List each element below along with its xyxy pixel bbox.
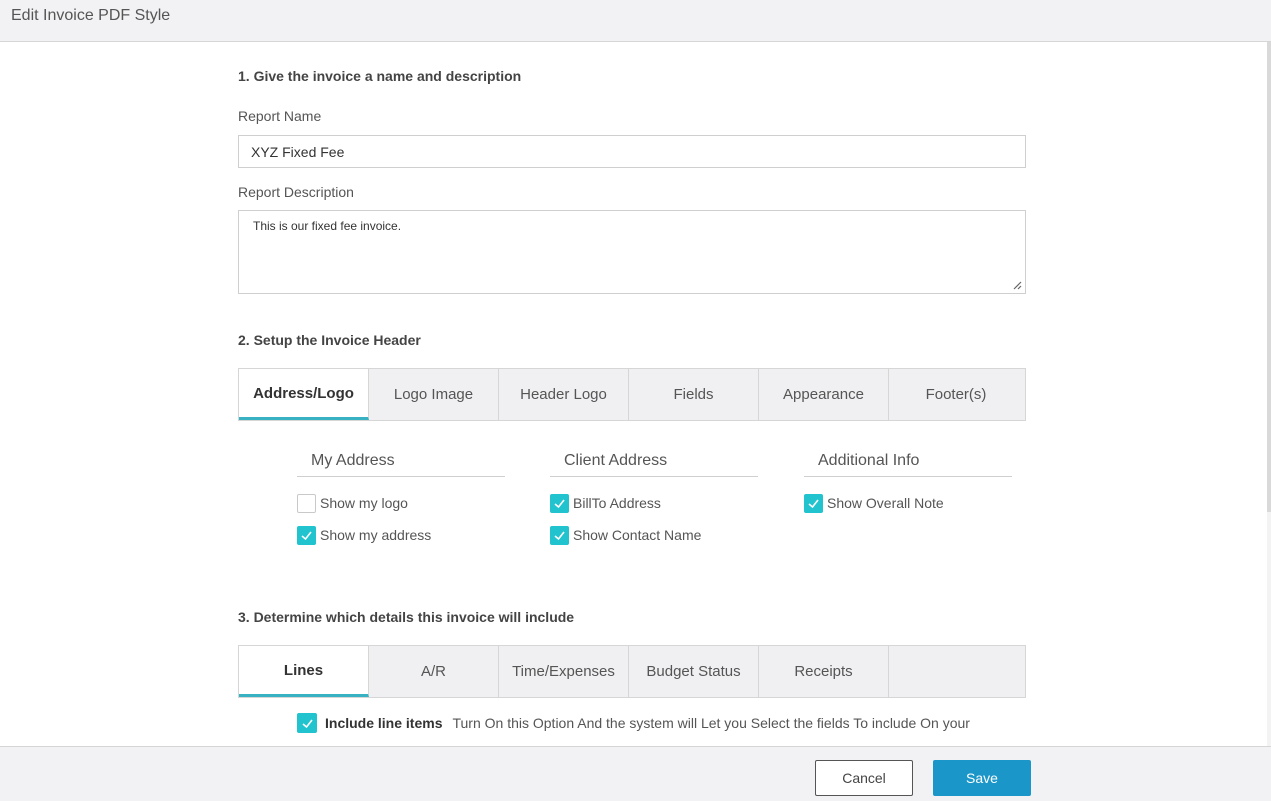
billto-address-checkbox[interactable] [550, 493, 569, 513]
details-tabs: Lines A/R Time/Expenses Budget Status Re… [238, 645, 1026, 698]
report-name-input[interactable] [238, 135, 1026, 168]
tab-ar[interactable]: A/R [369, 646, 499, 697]
cancel-button[interactable]: Cancel [815, 760, 913, 796]
tab-appearance[interactable]: Appearance [759, 369, 889, 420]
additional-info-heading: Additional Info [804, 450, 1012, 477]
section-2-title: 2. Setup the Invoice Header [238, 332, 421, 348]
tab-address-logo[interactable]: Address/Logo [239, 369, 369, 420]
client-address-heading: Client Address [550, 450, 758, 477]
report-description-input[interactable]: This is our fixed fee invoice. [238, 210, 1026, 294]
checkmark-icon [301, 719, 313, 728]
show-my-address-label: Show my address [320, 527, 432, 543]
show-contact-name-option[interactable]: Show Contact Name [550, 525, 701, 545]
save-button[interactable]: Save [933, 760, 1031, 796]
show-contact-name-label: Show Contact Name [573, 527, 702, 543]
show-my-logo-option[interactable]: Show my logo [297, 493, 408, 513]
tab-footers[interactable]: Footer(s) [889, 369, 1023, 420]
tab-logo-image[interactable]: Logo Image [369, 369, 499, 420]
scrollbar[interactable] [1267, 42, 1271, 746]
my-address-heading: My Address [297, 450, 505, 477]
include-line-items-option[interactable]: Include line items Turn On this Option A… [297, 712, 1017, 734]
checkmark-icon [808, 499, 819, 508]
section-3-title: 3. Determine which details this invoice … [238, 609, 575, 625]
section-1-title: 1. Give the invoice a name and descripti… [238, 68, 522, 84]
show-overall-note-label: Show Overall Note [827, 495, 944, 511]
show-my-logo-checkbox[interactable] [297, 493, 316, 513]
client-address-column: Client Address BillTo Address Show Conta… [550, 450, 758, 545]
billto-address-label: BillTo Address [573, 495, 661, 511]
checkmark-icon [301, 531, 312, 540]
include-line-items-checkbox[interactable] [297, 713, 317, 733]
include-line-items-description: Turn On this Option And the system will … [452, 715, 970, 731]
report-description-label: Report Description [238, 184, 354, 200]
show-overall-note-checkbox[interactable] [804, 493, 823, 513]
tab-time-expenses[interactable]: Time/Expenses [499, 646, 629, 697]
tab-receipts[interactable]: Receipts [759, 646, 889, 697]
dialog-title: Edit Invoice PDF Style [11, 7, 171, 24]
dialog-footer: Cancel Save [0, 746, 1271, 801]
include-line-items-label: Include line items [325, 715, 443, 731]
tab-budget-status[interactable]: Budget Status [629, 646, 759, 697]
dialog-header: Edit Invoice PDF Style [0, 0, 1271, 42]
tab-lines[interactable]: Lines [239, 646, 369, 697]
show-my-logo-label: Show my logo [320, 495, 408, 511]
billto-address-option[interactable]: BillTo Address [550, 493, 661, 513]
tabs-filler [889, 646, 1025, 697]
show-contact-name-checkbox[interactable] [550, 525, 569, 545]
tab-fields[interactable]: Fields [629, 369, 759, 420]
additional-info-column: Additional Info Show Overall Note [804, 450, 1012, 513]
checkmark-icon [554, 531, 565, 540]
header-tabs: Address/Logo Logo Image Header Logo Fiel… [238, 368, 1026, 421]
show-my-address-checkbox[interactable] [297, 525, 316, 545]
my-address-column: My Address Show my logo Show my address [297, 450, 505, 545]
scrollbar-thumb[interactable] [1267, 42, 1271, 512]
report-name-label: Report Name [238, 108, 322, 124]
checkmark-icon [554, 499, 565, 508]
show-my-address-option[interactable]: Show my address [297, 525, 431, 545]
show-overall-note-option[interactable]: Show Overall Note [804, 493, 944, 513]
resize-handle-icon[interactable] [1012, 280, 1022, 290]
form-content: 1. Give the invoice a name and descripti… [238, 42, 1026, 746]
tab-header-logo[interactable]: Header Logo [499, 369, 629, 420]
